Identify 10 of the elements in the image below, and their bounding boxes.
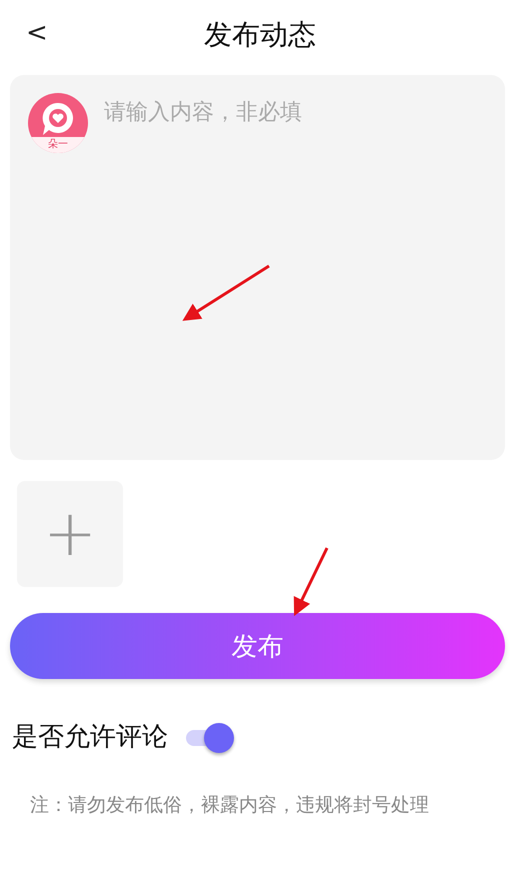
chat-heart-icon: [40, 101, 76, 137]
notice-text: 注：请勿发布低俗，裸露内容，违规将封号处理: [30, 793, 430, 818]
publish-button[interactable]: 发布: [10, 613, 505, 679]
page-title: 发布动态: [204, 17, 316, 53]
comment-toggle[interactable]: [184, 720, 236, 752]
add-image-button[interactable]: +: [17, 481, 123, 587]
allow-comments-label: 是否允许评论: [12, 721, 168, 754]
back-button[interactable]: <: [26, 18, 48, 48]
content-field[interactable]: 请输入内容，非必填: [104, 93, 487, 157]
annotation-arrow: [294, 547, 328, 616]
